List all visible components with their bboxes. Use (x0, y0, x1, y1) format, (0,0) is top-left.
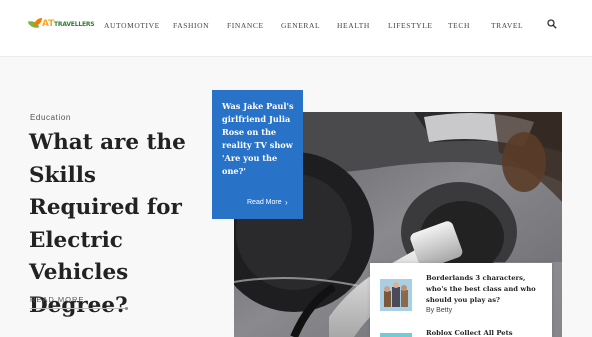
related-post-title[interactable]: Roblox Collect All Pets (426, 329, 513, 337)
related-posts-card: Borderlands 3 characters, who's the best… (370, 263, 552, 337)
chevron-right-icon: › (285, 198, 288, 207)
post-thumbnail[interactable] (380, 279, 412, 311)
post-author[interactable]: By Betty (426, 307, 452, 314)
post-category[interactable]: Education (30, 113, 71, 122)
nav-item-tech[interactable]: TECH (448, 21, 470, 30)
nav-item-automotive[interactable]: AUTOMOTIVE (104, 21, 160, 30)
logo-leaf-icon (34, 18, 42, 26)
post-thumbnail[interactable] (380, 333, 412, 337)
hero-title[interactable]: What are the Skills Required for Electri… (29, 127, 209, 322)
borderlands-characters-image (380, 279, 412, 311)
nav-item-health[interactable]: HEALTH (337, 21, 370, 30)
nav-item-lifestyle[interactable]: LIFESTYLE (388, 21, 433, 30)
search-icon[interactable] (547, 19, 557, 29)
related-post-title[interactable]: Borderlands 3 characters, who's the best… (426, 273, 546, 307)
read-more-link[interactable]: READ MORE (30, 295, 84, 304)
site-header: ATTRAVELLERS AUTOMOTIVE FASHION FINANCE … (0, 0, 592, 57)
nav-item-travel[interactable]: TRAVEL (491, 21, 523, 30)
nav-item-finance[interactable]: FINANCE (227, 21, 264, 30)
nav-item-fashion[interactable]: FASHION (173, 21, 209, 30)
featured-post-card[interactable]: Was Jake Paul's girlfriend Julia Rose on… (212, 90, 303, 219)
featured-read-more-link[interactable]: Read More (247, 199, 282, 206)
read-more-underline (30, 307, 128, 310)
featured-post-title[interactable]: Was Jake Paul's girlfriend Julia Rose on… (222, 100, 296, 177)
nav-item-general[interactable]: GENERAL (281, 21, 320, 30)
logo-wordmark: ATTRAVELLERS (42, 19, 95, 29)
site-logo[interactable]: ATTRAVELLERS (27, 18, 95, 32)
